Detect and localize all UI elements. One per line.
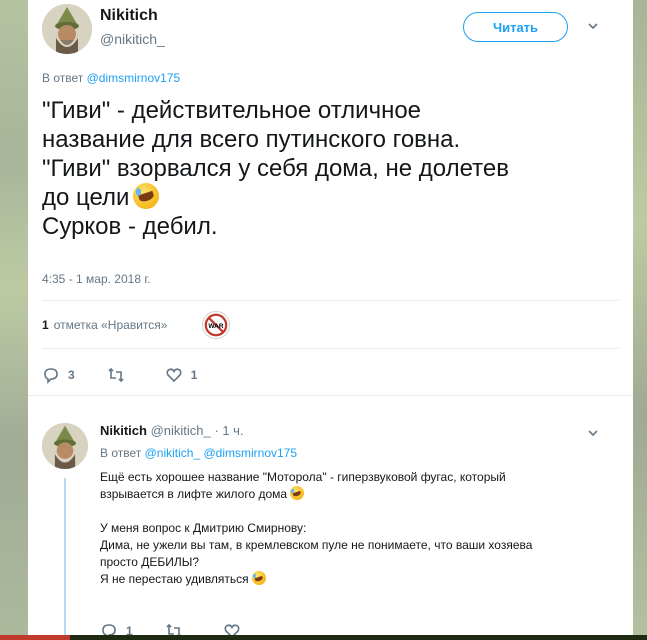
author-name[interactable]: Nikitich (100, 7, 158, 25)
reply-mention-link[interactable]: @dimsmirnov175 (87, 71, 181, 85)
follow-button[interactable]: Читать (463, 12, 568, 42)
like-button[interactable]: 1 (165, 366, 198, 384)
no-war-icon: WAR (204, 313, 228, 337)
reply-prefix: В ответ (42, 71, 84, 85)
reply-line: Ещё есть хорошее название "Моторола" - г… (100, 470, 506, 484)
divider (42, 300, 619, 301)
reply-line: просто ДЕБИЛЫ? (100, 555, 200, 569)
reply-line: Дима, не ужели вы там, в кремлевском пул… (100, 538, 533, 552)
tweet-line: название для всего путинского говна. (42, 126, 461, 153)
retweet-button[interactable] (107, 366, 133, 384)
reply-icon (44, 368, 58, 384)
reply-context: В ответ @nikitich_ @dimsmirnov175 (100, 446, 297, 460)
retweet-icon (108, 367, 124, 383)
liker-avatar-text: WAR (208, 323, 223, 330)
tweet-line: "Гиви" - действительное отличное (42, 97, 422, 124)
divider (28, 395, 633, 396)
tweet-card: Nikitich @nikitich_ Читать В ответ @dims… (28, 0, 633, 640)
thread-line (64, 478, 66, 640)
tweet-line: Сурков - дебил. (42, 213, 218, 240)
divider (42, 348, 619, 349)
likes-summary[interactable]: 1 отметка «Нравится» (42, 318, 167, 332)
background-right (633, 0, 647, 640)
reply-avatar-image (42, 423, 88, 469)
tweet-text: "Гиви" - действительное отличное названи… (42, 96, 602, 241)
reply-button[interactable]: 3 (42, 366, 75, 384)
tweet-actions: 3 1 (42, 366, 229, 384)
author-handle[interactable]: @nikitich_ (100, 31, 165, 47)
likes-label: отметка «Нравится» (53, 318, 168, 332)
tweet-timestamp[interactable]: 4:35 - 1 мар. 2018 г. (42, 272, 151, 286)
reply-header: Nikitich @nikitich_ · 1 ч. (100, 423, 244, 438)
rofl-emoji-icon (290, 486, 305, 501)
reply-context: В ответ @dimsmirnov175 (42, 71, 180, 85)
reply-prefix: В ответ (100, 446, 142, 460)
taskbar-strip (0, 635, 647, 640)
tweet-line: до цели (42, 184, 130, 211)
reply-line: У меня вопрос к Дмитрию Смирнову: (100, 521, 307, 535)
background-left (0, 0, 28, 640)
liker-avatar[interactable]: WAR (202, 311, 230, 339)
reply-mention-links[interactable]: @nikitich_ @dimsmirnov175 (145, 446, 297, 460)
heart-icon (166, 368, 182, 383)
reply-author-avatar[interactable] (42, 423, 88, 469)
tweet-line: "Гиви" взорвался у себя дома, не долетев (42, 155, 509, 182)
reply-author-name[interactable]: Nikitich (100, 423, 147, 438)
reply-line: Я не перестаю удивляться (100, 572, 249, 586)
reply-author-handle[interactable]: @nikitich_ (151, 423, 211, 438)
reply-count: 3 (68, 368, 75, 382)
reply-line-gap (100, 503, 610, 520)
author-avatar[interactable] (42, 4, 92, 54)
rofl-emoji-icon (133, 182, 160, 209)
like-count: 1 (190, 368, 198, 382)
reply-time[interactable]: · 1 ч. (214, 423, 243, 438)
reply-menu-caret-icon[interactable] (585, 425, 601, 441)
reply-line: взрывается в лифте жилого дома (100, 487, 288, 501)
likes-count: 1 (42, 318, 49, 332)
tweet-menu-caret-icon[interactable] (585, 18, 601, 34)
rofl-emoji-icon (251, 571, 266, 586)
avatar-image (42, 4, 92, 54)
reply-text: Ещё есть хорошее название "Моторола" - г… (100, 469, 610, 588)
